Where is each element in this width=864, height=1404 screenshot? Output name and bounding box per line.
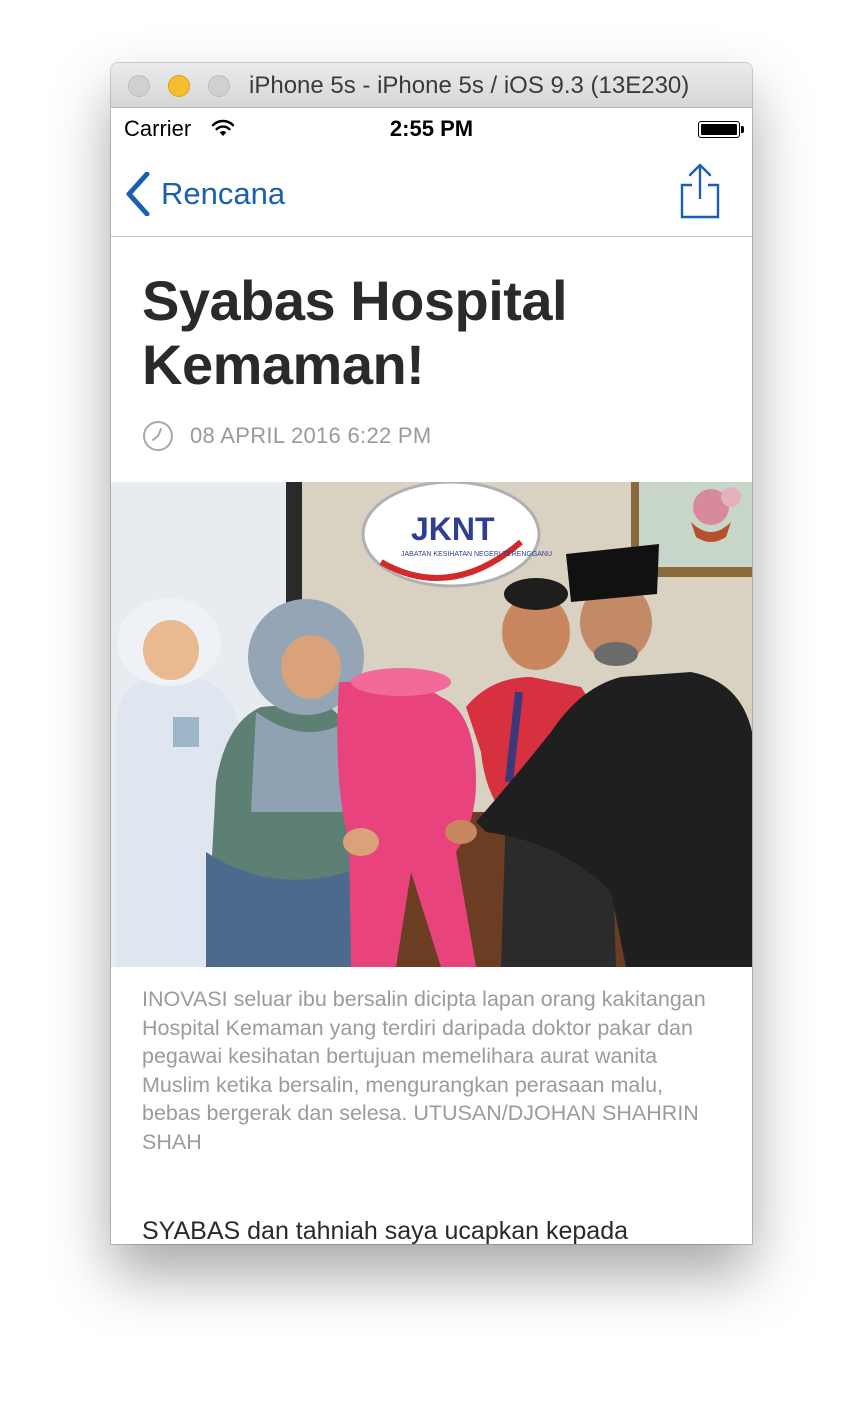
article-body: SYABAS dan tahniah saya ucapkan kepada [142,1217,628,1244]
close-window-button[interactable] [128,75,150,97]
window-titlebar: iPhone 5s - iPhone 5s / iOS 9.3 (13E230) [111,63,752,108]
battery-icon [698,121,744,138]
zoom-window-button[interactable] [208,75,230,97]
article-date: 08 APRIL 2016 6:22 PM [190,423,432,448]
photo-illustration: JKNT JABATAN KESIHATAN NEGERI TERENGGANU [111,482,752,967]
chevron-left-icon [126,172,150,216]
back-button[interactable]: Rencana [125,169,285,219]
photo-logo-subtext: JABATAN KESIHATAN NEGERI TERENGGANU [401,551,552,558]
photo-logo-text: JKNT [411,511,495,547]
simulator-window: iPhone 5s - iPhone 5s / iOS 9.3 (13E230)… [111,63,752,1244]
article-photo[interactable]: JKNT JABATAN KESIHATAN NEGERI TERENGGANU [111,482,752,967]
share-icon[interactable] [678,163,722,219]
navigation-bar: Rencana [111,149,752,237]
back-button-label: Rencana [161,176,286,211]
photo-caption: INOVASI seluar ibu bersalin dicipta lapa… [142,987,706,1154]
status-bar: Carrier 2:55 PM [111,108,752,148]
clock-icon [143,421,173,451]
article-title: Syabas Hospital Kemaman! [142,269,568,396]
window-title: iPhone 5s - iPhone 5s / iOS 9.3 (13E230) [249,72,690,99]
article-dateline: 08 APRIL 2016 6:22 PM [142,419,432,453]
article-content[interactable]: Syabas Hospital Kemaman! 08 APRIL 2016 6… [111,237,752,1244]
status-time: 2:55 PM [389,116,474,141]
minimize-window-button[interactable] [168,75,190,97]
